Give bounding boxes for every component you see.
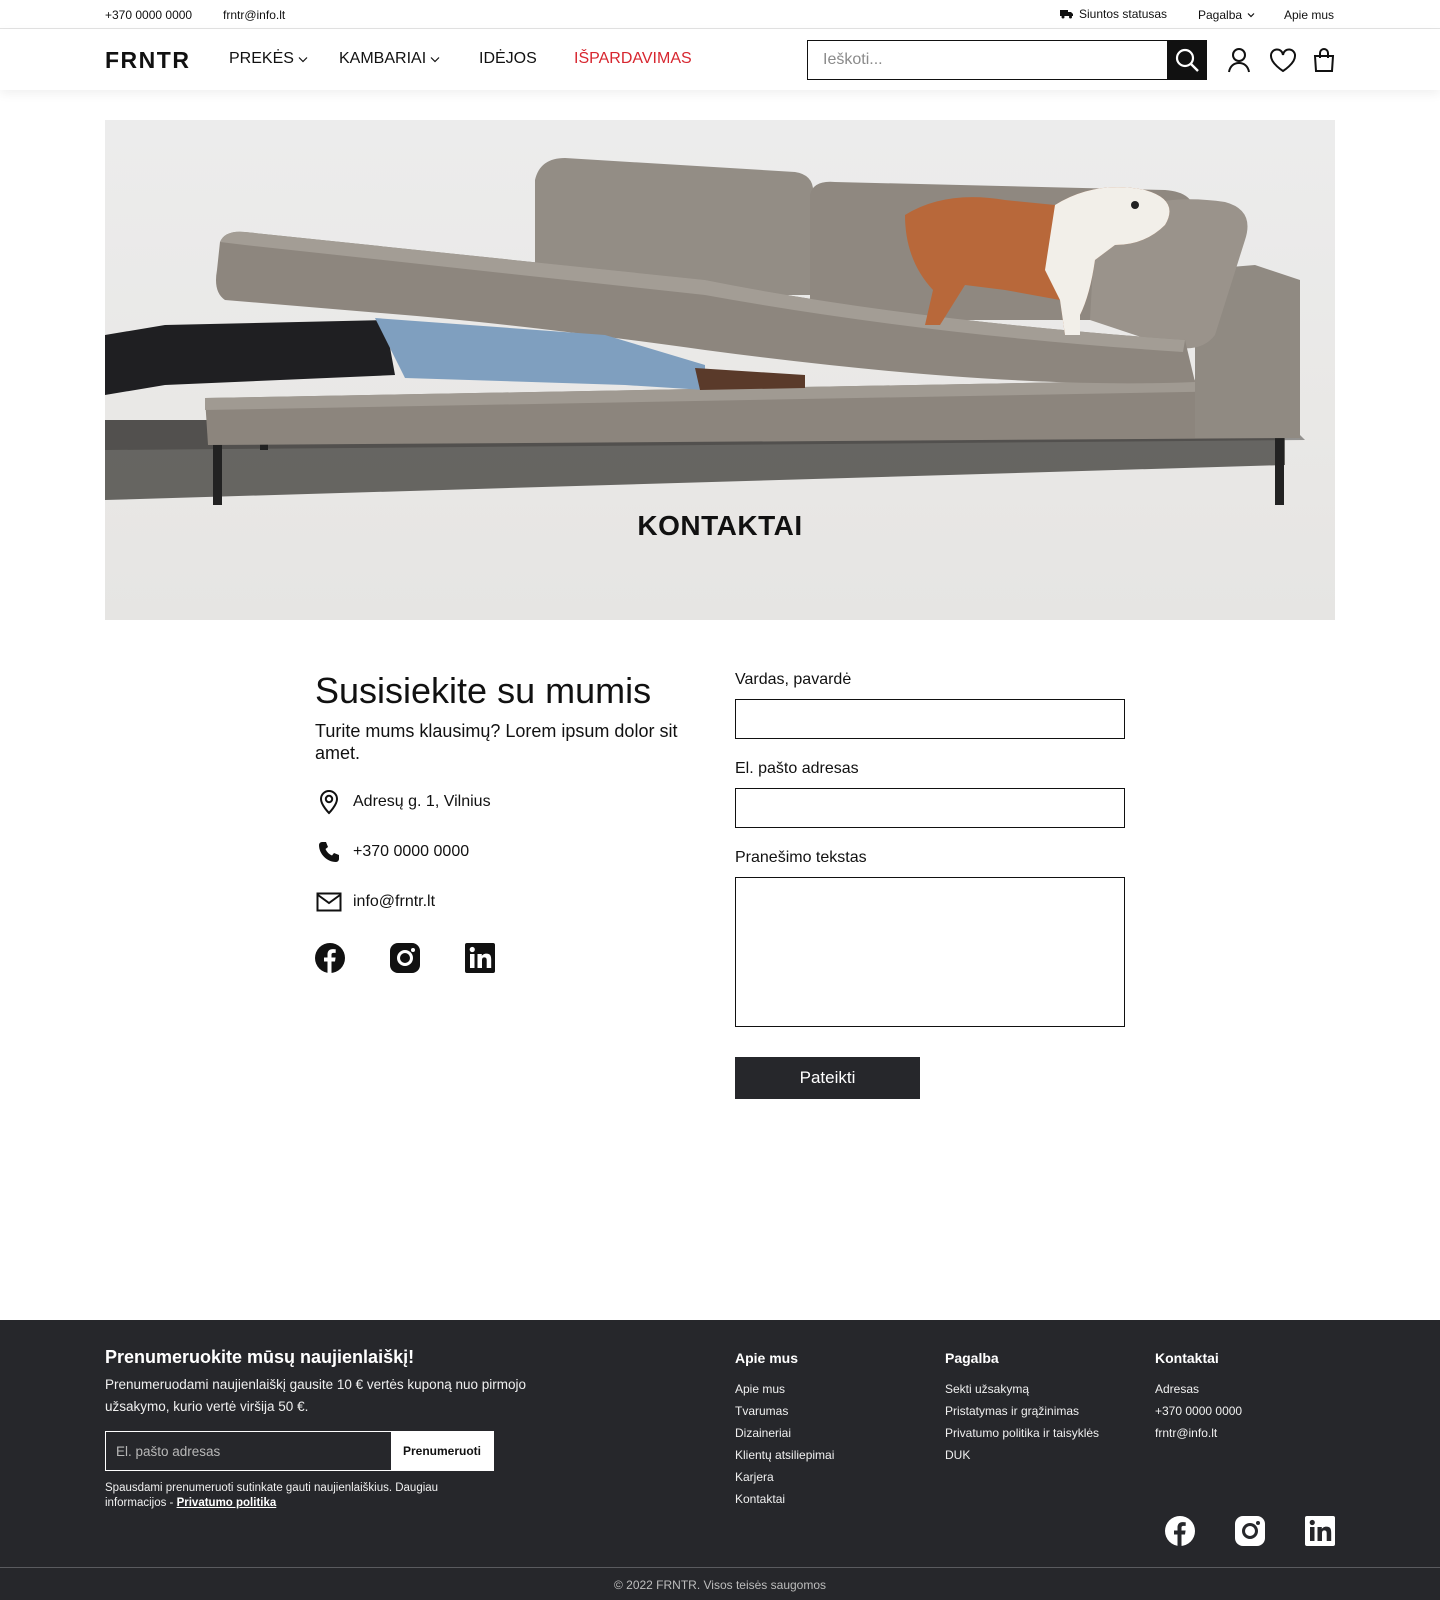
help-label: Pagalba: [1198, 8, 1243, 22]
linkedin-icon[interactable]: [464, 942, 496, 974]
submit-button[interactable]: Pateikti: [735, 1057, 920, 1099]
wishlist-button[interactable]: [1268, 45, 1298, 75]
footer-divider: [0, 1567, 1440, 1568]
contact-subtitle: Turite mums klausimų? Lorem ipsum dolor …: [315, 721, 678, 763]
account-button[interactable]: [1224, 45, 1254, 75]
footer-link[interactable]: Kontaktai: [735, 1488, 834, 1510]
copyright: © 2022 FRNTR. Visos teisės saugomos: [613, 1578, 827, 1592]
search-input[interactable]: [808, 41, 1168, 78]
footer-link[interactable]: Dizaineriai: [735, 1422, 834, 1444]
footer-col-about: Apie mus Apie mus Tvarumas Dizaineriai K…: [735, 1350, 834, 1510]
newsletter-text: Prenumeruodami naujienlaiškį gausite 10 …: [105, 1377, 526, 1414]
footer-col-contacts: Kontaktai Adresas +370 0000 0000 frntr@i…: [1155, 1350, 1242, 1444]
footer: Prenumeruokite mūsų naujienlaiškį! Prenu…: [0, 1320, 1440, 1600]
footer-link[interactable]: Sekti užsakymą: [945, 1378, 1099, 1400]
newsletter-form: Prenumeruoti: [105, 1431, 494, 1471]
footer-link[interactable]: Karjera: [735, 1466, 834, 1488]
cart-button[interactable]: [1309, 45, 1339, 75]
nav-ideas[interactable]: IDĖJOS: [479, 50, 537, 68]
footer-link[interactable]: frntr@info.lt: [1155, 1422, 1242, 1444]
user-icon: [1228, 48, 1250, 73]
footer-link[interactable]: Apie mus: [735, 1378, 834, 1400]
help-dropdown[interactable]: Pagalba: [1198, 8, 1255, 22]
nav-sale[interactable]: IŠPARDAVIMAS: [574, 50, 692, 68]
topbar-email[interactable]: frntr@info.lt: [223, 8, 285, 22]
main-header: FRNTR PREKĖS KAMBARIAI IDĖJOS IŠPARDAVIM…: [0, 29, 1440, 90]
contact-email[interactable]: info@frntr.lt: [315, 888, 435, 916]
nav-rooms[interactable]: KAMBARIAI: [339, 50, 440, 68]
nav-rooms-label: KAMBARIAI: [339, 50, 427, 67]
footer-col-title: Apie mus: [735, 1350, 799, 1366]
chevron-down-icon: [1247, 13, 1255, 18]
truck-icon: [1060, 10, 1073, 19]
topbar-phone[interactable]: +370 0000 0000: [105, 8, 192, 22]
nav-products-label: PREKĖS: [229, 50, 294, 67]
footer-link[interactable]: Klientų atsiliepimai: [735, 1444, 834, 1466]
facebook-icon[interactable]: [314, 942, 346, 974]
contact-phone[interactable]: +370 0000 0000: [315, 838, 469, 866]
shipping-status-link[interactable]: Siuntos statusas: [1060, 7, 1167, 21]
location-pin-icon: [315, 788, 343, 816]
footer-link[interactable]: Privatumo politika ir taisyklės: [945, 1422, 1099, 1444]
footer-col-title: Pagalba: [945, 1350, 999, 1366]
contact-phone-text: +370 0000 0000: [353, 843, 470, 860]
heart-icon: [1270, 48, 1296, 72]
contact-email-text: info@frntr.lt: [353, 893, 436, 910]
chevron-down-icon: [430, 56, 440, 62]
footer-col-title: Kontaktai: [1155, 1350, 1219, 1366]
search-icon: [1175, 48, 1199, 72]
newsletter-note: Spausdami prenumeruoti sutinkate gauti n…: [105, 1481, 495, 1511]
privacy-policy-link[interactable]: Privatumo politika: [177, 1497, 277, 1509]
nav-products[interactable]: PREKĖS: [229, 50, 308, 68]
footer-link[interactable]: Tvarumas: [735, 1400, 834, 1422]
instagram-icon[interactable]: [389, 942, 421, 974]
shopping-bag-icon: [1313, 48, 1335, 72]
contact-title: Susisiekite su mumis: [315, 670, 652, 711]
newsletter-title: Prenumeruokite mūsų naujienlaiškį!: [105, 1347, 415, 1367]
search-bar: [807, 39, 1207, 80]
subscribe-button[interactable]: Prenumeruoti: [391, 1432, 493, 1470]
linkedin-icon[interactable]: [1304, 1515, 1336, 1547]
contact-address: Adresų g. 1, Vilnius: [315, 788, 491, 816]
facebook-icon[interactable]: [1164, 1515, 1196, 1547]
hero-banner: KONTAKTAI: [105, 120, 1335, 620]
hero-title: KONTAKTAI: [637, 510, 803, 541]
footer-link[interactable]: DUK: [945, 1444, 1099, 1466]
logo[interactable]: FRNTR: [105, 47, 190, 74]
email-label: El. pašto adresas: [735, 760, 859, 777]
email-field[interactable]: [735, 788, 1125, 828]
instagram-icon[interactable]: [1234, 1515, 1266, 1547]
shipping-status-label: Siuntos statusas: [1079, 7, 1168, 21]
hero-sofa-image: [105, 158, 1305, 505]
name-field[interactable]: [735, 699, 1125, 739]
footer-link[interactable]: +370 0000 0000: [1155, 1400, 1242, 1422]
footer-link[interactable]: Adresas: [1155, 1378, 1242, 1400]
footer-col-help: Pagalba Sekti užsakymą Pristatymas ir gr…: [945, 1350, 1099, 1466]
search-button[interactable]: [1167, 39, 1207, 80]
footer-link[interactable]: Pristatymas ir grąžinimas: [945, 1400, 1099, 1422]
topbar-about-link[interactable]: Apie mus: [1284, 8, 1334, 22]
name-label: Vardas, pavardė: [735, 671, 852, 688]
newsletter-email-input[interactable]: [106, 1432, 391, 1470]
phone-icon: [315, 838, 343, 866]
contact-address-text: Adresų g. 1, Vilnius: [353, 793, 491, 810]
top-bar: +370 0000 0000 frntr@info.lt Siuntos sta…: [0, 0, 1440, 29]
message-textarea[interactable]: [735, 877, 1125, 1027]
mail-icon: [315, 888, 343, 916]
chevron-down-icon: [298, 56, 308, 62]
message-label: Pranešimo tekstas: [735, 849, 867, 866]
